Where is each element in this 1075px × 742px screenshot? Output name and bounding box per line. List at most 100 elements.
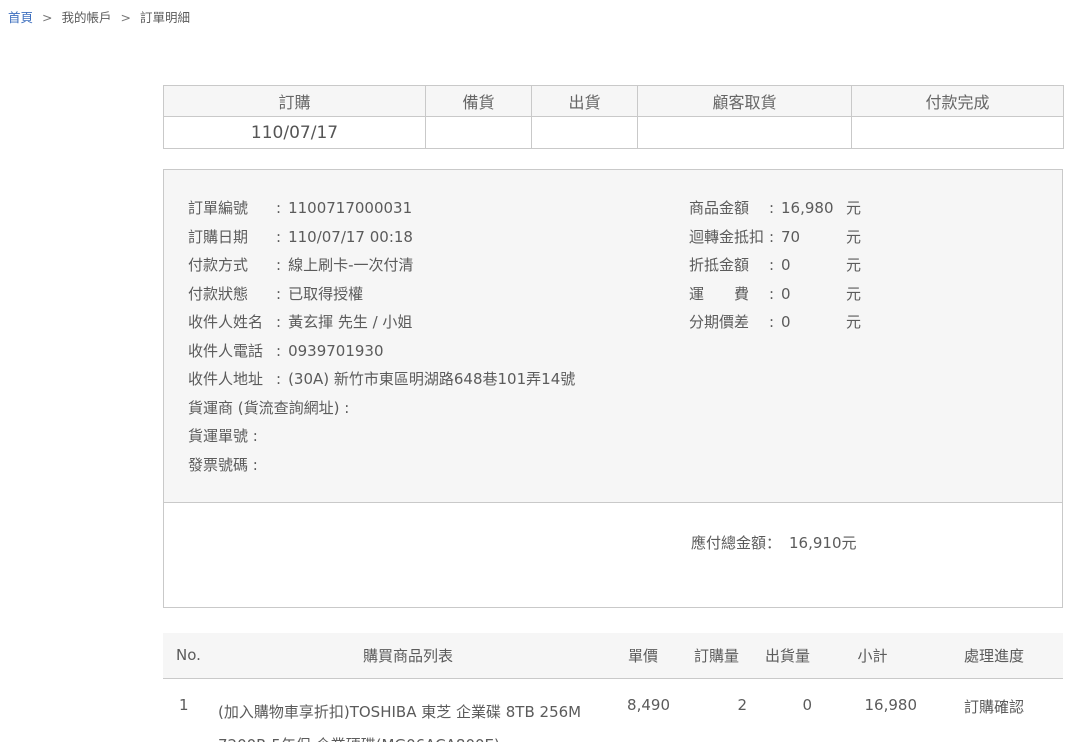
status-date-pickup [638, 117, 852, 149]
unit-label: 元 [846, 223, 861, 252]
total-amount-label: 應付總金額： [691, 534, 781, 552]
status-date-shipped [532, 117, 638, 149]
order-number-row: 訂單編號:1100717000031 [188, 194, 689, 223]
colon: : [344, 399, 349, 417]
shipping-fee-row: 運 費:0元 [689, 280, 1062, 309]
unit-label: 元 [846, 308, 861, 337]
status-header-row: 訂購 備貨 出貨 顧客取貨 付款完成 [164, 86, 1064, 117]
field-label: 訂購日期 [188, 223, 276, 252]
order-info-section: 訂單編號:1100717000031 訂購日期:110/07/17 00:18 … [164, 170, 1062, 502]
breadcrumb-item-account: 我的帳戶 [61, 10, 111, 25]
installment-diff-value: 0 [781, 308, 846, 337]
product-header-name: 購買商品列表 [208, 633, 608, 678]
rebate-deduction-row: 迴轉金抵扣:70元 [689, 223, 1062, 252]
field-label: 收件人電話 [188, 337, 276, 366]
field-label: 收件人地址 [188, 365, 276, 394]
product-header-status: 處理進度 [925, 633, 1063, 678]
product-subtotal: 16,980 [820, 678, 925, 742]
tracking-number-row: 貨運單號 : [188, 422, 689, 451]
field-label: 收件人姓名 [188, 308, 276, 337]
status-date-preparing [426, 117, 532, 149]
installment-diff-row: 分期價差:0元 [689, 308, 1062, 337]
total-amount-value: 16,910元 [789, 534, 857, 552]
product-shipped-qty: 0 [755, 678, 820, 742]
field-label: 貨運商 (貨流查詢網址) [188, 399, 339, 417]
product-header-shipped-qty: 出貨量 [755, 633, 820, 678]
colon: : [276, 285, 281, 303]
product-order-qty: 2 [678, 678, 755, 742]
breadcrumb-link-home[interactable]: 首頁 [8, 10, 33, 25]
status-header-paid: 付款完成 [852, 86, 1064, 117]
total-amount-section: 應付總金額： 16,910元 [164, 502, 1062, 607]
field-label: 運 費 [689, 280, 769, 309]
field-label: 商品金額 [689, 194, 769, 223]
order-date-row: 訂購日期:110/07/17 00:18 [188, 223, 689, 252]
colon: : [769, 280, 781, 309]
order-info-box: 訂單編號:1100717000031 訂購日期:110/07/17 00:18 … [163, 169, 1063, 608]
payment-method-value: 線上刷卡-一次付清 [288, 256, 413, 274]
product-header-row: No. 購買商品列表 單價 訂購量 出貨量 小計 處理進度 [163, 633, 1063, 678]
colon: : [253, 456, 258, 474]
product-header-no: No. [163, 633, 208, 678]
recipient-name-row: 收件人姓名: 黃玄揮 先生 / 小姐 [188, 308, 689, 337]
shipping-fee-value: 0 [781, 280, 846, 309]
colon: : [769, 251, 781, 280]
payment-status-value: 已取得授權 [288, 285, 363, 303]
colon: : [276, 313, 281, 331]
colon: : [276, 228, 281, 246]
order-info-left-column: 訂單編號:1100717000031 訂購日期:110/07/17 00:18 … [188, 194, 689, 479]
field-label: 發票號碼 [188, 456, 248, 474]
recipient-address-value: (30A) 新竹市東區明湖路648巷101弄14號 [288, 370, 575, 388]
rebate-deduction-value: 70 [781, 223, 846, 252]
colon: : [276, 342, 281, 360]
field-label: 付款狀態 [188, 280, 276, 309]
colon: : [769, 194, 781, 223]
product-name: (加入購物車享折扣)TOSHIBA 東芝 企業碟 8TB 256M 7200R … [208, 678, 608, 742]
product-unit-price: 8,490 [608, 678, 678, 742]
discount-amount-value: 0 [781, 251, 846, 280]
colon: : [769, 223, 781, 252]
status-date-paid [852, 117, 1064, 149]
colon: : [276, 370, 281, 388]
unit-label: 元 [846, 251, 861, 280]
recipient-phone-value: 0939701930 [288, 342, 383, 360]
status-header-pickup: 顧客取貨 [638, 86, 852, 117]
payment-method-row: 付款方式: 線上刷卡-一次付清 [188, 251, 689, 280]
product-row: 1 (加入購物車享折扣)TOSHIBA 東芝 企業碟 8TB 256M 7200… [163, 678, 1063, 742]
colon: : [253, 427, 258, 445]
discount-amount-row: 折抵金額:0元 [689, 251, 1062, 280]
field-label: 折抵金額 [689, 251, 769, 280]
product-no: 1 [163, 678, 208, 742]
goods-amount-value: 16,980 [781, 194, 846, 223]
breadcrumb-separator: > [42, 10, 52, 25]
status-value-row: 110/07/17 [164, 117, 1064, 149]
field-label: 迴轉金抵扣 [689, 223, 769, 252]
breadcrumb-separator: > [120, 10, 130, 25]
status-date-ordered: 110/07/17 [164, 117, 426, 149]
order-info-right-column: 商品金額:16,980元 迴轉金抵扣:70元 折抵金額:0元 運 費:0元 分期… [689, 194, 1062, 479]
colon: : [769, 308, 781, 337]
field-label: 付款方式 [188, 251, 276, 280]
colon: : [276, 256, 281, 274]
order-number-value: 1100717000031 [288, 199, 412, 217]
recipient-name-value: 黃玄揮 先生 / 小姐 [288, 313, 412, 331]
product-header-order-qty: 訂購量 [678, 633, 755, 678]
colon: : [276, 199, 281, 217]
payment-status-row: 付款狀態: 已取得授權 [188, 280, 689, 309]
order-detail-page: 訂購 備貨 出貨 顧客取貨 付款完成 110/07/17 訂單編號:110071… [163, 85, 1063, 742]
status-header-ordered: 訂購 [164, 86, 426, 117]
product-header-unit-price: 單價 [608, 633, 678, 678]
breadcrumb-item-current: 訂單明細 [140, 10, 190, 25]
product-status: 訂購確認 [925, 678, 1063, 742]
carrier-row: 貨運商 (貨流查詢網址) : [188, 394, 689, 423]
field-label: 貨運單號 [188, 427, 248, 445]
invoice-number-row: 發票號碼 : [188, 451, 689, 480]
field-label: 訂單編號 [188, 194, 276, 223]
order-status-table: 訂購 備貨 出貨 顧客取貨 付款完成 110/07/17 [163, 85, 1064, 149]
recipient-address-row: 收件人地址: (30A) 新竹市東區明湖路648巷101弄14號 [188, 365, 689, 394]
field-label: 分期價差 [689, 308, 769, 337]
order-date-value: 110/07/17 00:18 [288, 228, 413, 246]
status-header-preparing: 備貨 [426, 86, 532, 117]
breadcrumb: 首頁 > 我的帳戶 > 訂單明細 [0, 0, 1075, 26]
recipient-phone-row: 收件人電話:0939701930 [188, 337, 689, 366]
